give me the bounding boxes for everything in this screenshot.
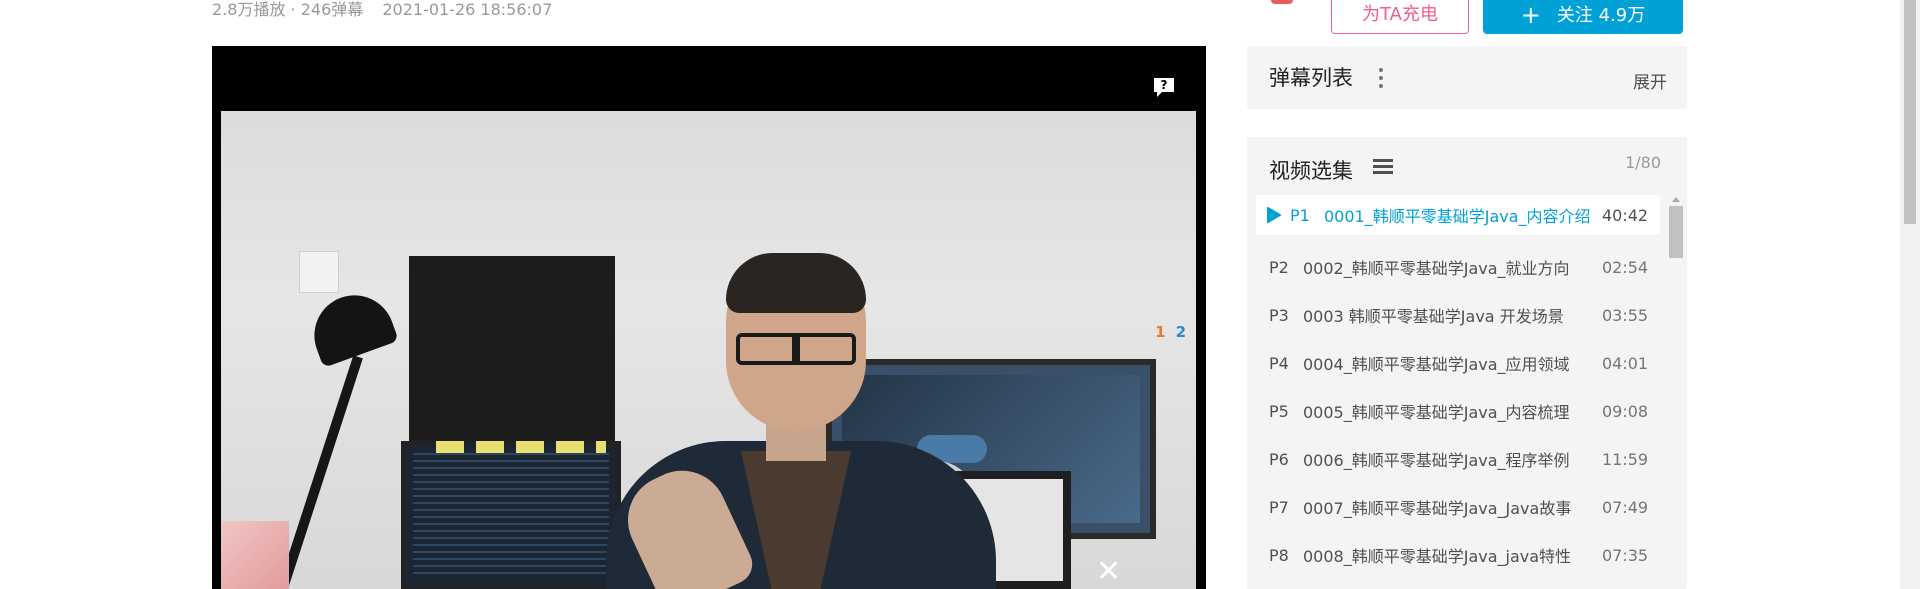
danmaku-list-panel[interactable]: 弹幕列表 展开 — [1247, 46, 1687, 109]
badge-one: 1 — [1155, 323, 1166, 341]
episode-item[interactable]: P3 0003 韩顺平零基础学Java 开发场景 03:55 — [1256, 291, 1660, 339]
episode-number: P3 — [1269, 305, 1289, 325]
charge-button[interactable]: 为TA充电 — [1331, 0, 1469, 34]
episode-item[interactable]: P7 0007_韩顺平零基础学Java_Java故事 07:49 — [1256, 483, 1660, 531]
svg-text:?: ? — [1161, 78, 1168, 92]
expand-button[interactable]: 展开 — [1633, 68, 1667, 93]
play-count: 2.8万播放 · 246弹幕 — [212, 0, 364, 19]
episode-duration: 11:59 — [1602, 449, 1649, 469]
episode-title: 0003 韩顺平零基础学Java 开发场景 — [1303, 307, 1564, 326]
episode-number: P5 — [1269, 401, 1289, 421]
episode-title: 0001_韩顺平零基础学Java_内容介绍 — [1324, 207, 1591, 226]
avatar-edge — [1271, 0, 1293, 4]
episode-item[interactable]: P2 0002_韩顺平零基础学Java_就业方向 02:54 — [1256, 243, 1660, 291]
monitor-graphic — [409, 256, 615, 446]
video-player[interactable]: ? 12 ✕ — [212, 46, 1206, 589]
episode-number: P8 — [1269, 545, 1289, 565]
sticky-notes-graphic — [436, 441, 606, 453]
episode-title: 0007_韩顺平零基础学Java_Java故事 — [1303, 499, 1572, 518]
episode-item[interactable]: P1 0001_韩顺平零基础学Java_内容介绍 40:42 — [1256, 195, 1660, 235]
plus-icon: + — [1520, 1, 1541, 29]
episode-duration: 07:49 — [1602, 497, 1649, 517]
toy-graphic — [221, 521, 289, 589]
follow-button[interactable]: + 关注 4.9万 — [1483, 0, 1683, 34]
question-bubble-icon[interactable]: ? — [1152, 76, 1176, 98]
episode-title: 0008_韩顺平零基础学Java_java特性 — [1303, 547, 1572, 566]
episode-duration: 02:54 — [1602, 257, 1649, 277]
episode-item[interactable]: P6 0006_韩顺平零基础学Java_程序举例 11:59 — [1256, 435, 1660, 483]
episode-list: P1 0001_韩顺平零基础学Java_内容介绍 40:42 P2 0002_韩… — [1256, 195, 1660, 579]
episode-duration: 07:35 — [1602, 545, 1649, 565]
wall-switch-graphic — [299, 251, 339, 293]
lamp-graphic — [303, 284, 399, 368]
episode-duration: 03:55 — [1602, 305, 1649, 325]
episode-number: P1 — [1290, 205, 1310, 225]
episode-number: P4 — [1269, 353, 1289, 373]
episode-item[interactable]: P8 0008_韩顺平零基础学Java_java特性 07:35 — [1256, 531, 1660, 579]
episode-page-count: 1/80 — [1625, 153, 1661, 172]
episodes-title: 视频选集 — [1269, 159, 1353, 183]
episode-title: 0004_韩顺平零基础学Java_应用领域 — [1303, 355, 1570, 374]
episode-number: P2 — [1269, 257, 1289, 277]
episode-title: 0005_韩顺平零基础学Java_内容梳理 — [1303, 403, 1570, 422]
close-icon[interactable]: ✕ — [1096, 557, 1121, 587]
left-laptop-graphic — [401, 441, 621, 589]
episode-item[interactable]: P4 0004_韩顺平零基础学Java_应用领域 04:01 — [1256, 339, 1660, 387]
episode-list-scrollbar[interactable] — [1669, 197, 1683, 589]
episode-number: P7 — [1269, 497, 1289, 517]
episode-duration: 04:01 — [1602, 353, 1649, 373]
episode-title: 0006_韩顺平零基础学Java_程序举例 — [1303, 451, 1570, 470]
presenter-hair — [726, 253, 866, 313]
publish-date: 2021-01-26 18:56:07 — [382, 0, 553, 19]
episodes-panel: 视频选集 1/80 P1 0001_韩顺平零基础学Java_内容介绍 40:42… — [1247, 137, 1687, 589]
list-view-icon[interactable] — [1373, 159, 1393, 177]
danmaku-title: 弹幕列表 — [1269, 66, 1353, 90]
video-frame[interactable]: 12 ✕ — [221, 111, 1196, 589]
play-icon — [1267, 207, 1281, 223]
page-scroll-thumb[interactable] — [1904, 0, 1916, 224]
episode-number: P6 — [1269, 449, 1289, 469]
episode-duration: 40:42 — [1602, 205, 1649, 225]
scroll-thumb[interactable] — [1669, 206, 1683, 258]
badge-two: 2 — [1175, 323, 1186, 341]
scroll-up-arrow-icon[interactable] — [1672, 197, 1680, 202]
page-scrollbar[interactable] — [1900, 0, 1920, 589]
video-meta: 2.8万播放 · 246弹幕 2021-01-26 18:56:07 — [212, 0, 566, 20]
follow-label: 关注 4.9万 — [1556, 5, 1646, 26]
presenter-glasses — [736, 333, 856, 365]
corner-badge: 12 — [1155, 323, 1186, 341]
more-options-icon[interactable] — [1379, 68, 1383, 88]
episode-duration: 09:08 — [1602, 401, 1649, 421]
episode-title: 0002_韩顺平零基础学Java_就业方向 — [1303, 259, 1570, 278]
lamp-arm-graphic — [279, 355, 363, 587]
episode-item[interactable]: P5 0005_韩顺平零基础学Java_内容梳理 09:08 — [1256, 387, 1660, 435]
